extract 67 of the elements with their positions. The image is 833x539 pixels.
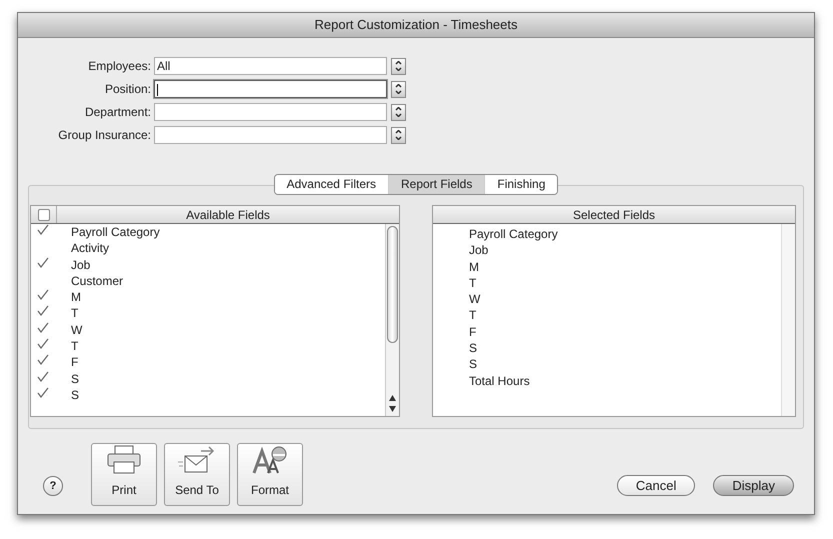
field-item[interactable]: S	[469, 341, 478, 356]
envelope-arrow-icon	[177, 445, 217, 475]
field-item[interactable]: F	[71, 355, 78, 370]
field-item[interactable]: Total Hours	[469, 374, 530, 388]
dropdown-arrow-icon	[395, 130, 402, 140]
field-label: Employees:	[87, 58, 152, 75]
dialog-button[interactable]: Display	[713, 475, 794, 496]
print-button[interactable]: Print	[91, 443, 157, 506]
field-item[interactable]: F	[469, 324, 476, 339]
field-item[interactable]: Job	[469, 243, 488, 258]
check-mark-icon[interactable]	[37, 370, 49, 383]
scroll-down-icon[interactable]	[389, 406, 396, 412]
field-item[interactable]: W	[71, 322, 82, 337]
dropdown-arrow-icon	[395, 61, 402, 71]
check-mark-icon[interactable]	[37, 305, 49, 318]
check-mark-icon[interactable]	[37, 322, 49, 334]
window-title: Report Customization - Timesheets	[314, 16, 518, 34]
field-item[interactable]: Payroll Category	[71, 225, 160, 239]
select-all-checkbox[interactable]	[38, 208, 50, 220]
dropdown-arrow-icon	[395, 107, 402, 117]
dropdown-button[interactable]	[391, 80, 406, 98]
dropdown-arrow-icon	[395, 84, 402, 94]
check-mark-icon[interactable]	[37, 289, 49, 302]
field-item[interactable]: Payroll Category	[469, 227, 558, 241]
tab[interactable]: Finishing	[484, 175, 558, 194]
field-row[interactable]: Customer	[57, 272, 385, 290]
check-mark-icon[interactable]	[37, 256, 49, 269]
field-label: Department:	[84, 104, 152, 121]
send-button[interactable]: Send To	[164, 443, 230, 506]
field-item[interactable]: M	[469, 260, 479, 274]
field-item[interactable]: Activity	[71, 241, 110, 256]
field-item[interactable]: Job	[71, 258, 90, 272]
check-mark-icon[interactable]	[37, 338, 49, 350]
format-button[interactable]: Format	[237, 443, 303, 506]
text-cursor	[157, 84, 158, 96]
dropdown-field[interactable]	[154, 80, 387, 98]
dropdown-field[interactable]: All	[154, 57, 387, 75]
field-item[interactable]: T	[469, 276, 476, 290]
font-format-icon	[252, 445, 288, 475]
field-item[interactable]: S	[71, 388, 80, 402]
field-label: Group Insurance:	[57, 127, 152, 144]
dropdown-field[interactable]	[154, 126, 387, 144]
dropdown-button[interactable]	[391, 104, 406, 120]
field-item[interactable]: T	[71, 339, 78, 354]
tab[interactable]: Report Fields	[388, 175, 484, 194]
column-header: Available Fields	[185, 207, 271, 223]
scroll-up-icon[interactable]	[389, 395, 396, 401]
field-label: Position:	[104, 81, 152, 98]
dropdown-field[interactable]	[154, 103, 387, 121]
field-item[interactable]: S	[71, 372, 80, 386]
scrollbar[interactable]	[385, 224, 399, 416]
check-mark-icon[interactable]	[37, 224, 49, 236]
field-item[interactable]: T	[469, 308, 476, 322]
column-header: Selected Fields	[572, 206, 656, 224]
dropdown-button[interactable]	[391, 126, 406, 144]
field-item[interactable]: T	[71, 306, 78, 320]
field-item[interactable]: S	[469, 357, 478, 372]
check-mark-icon[interactable]	[37, 386, 49, 399]
dropdown-button[interactable]	[391, 58, 406, 74]
field-item[interactable]: M	[71, 290, 81, 304]
field-item[interactable]: Customer	[71, 274, 124, 288]
field-item[interactable]: W	[469, 292, 480, 306]
help-button[interactable]: ?	[43, 476, 63, 496]
printer-icon	[106, 445, 142, 475]
dialog-button[interactable]: Cancel	[616, 475, 696, 496]
check-mark-icon[interactable]	[37, 354, 49, 366]
field-row[interactable]: Activity	[57, 240, 385, 257]
